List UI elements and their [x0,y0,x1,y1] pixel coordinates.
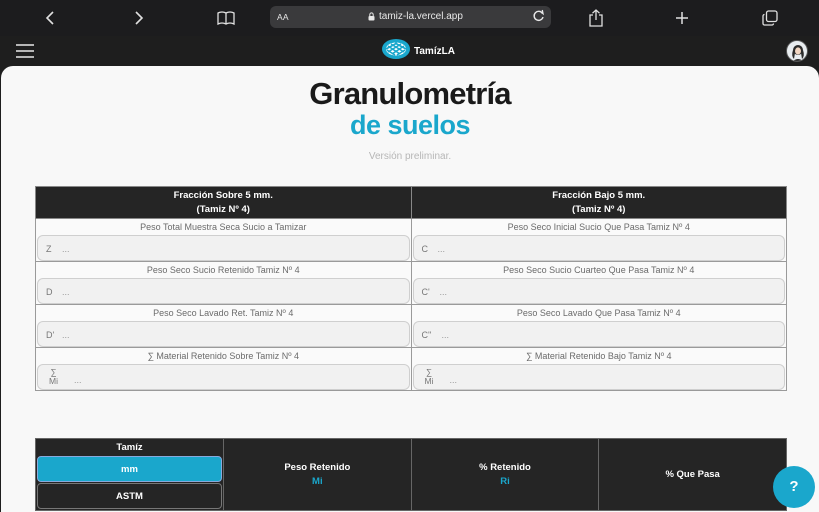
field-label: Peso Seco Lavado Que Pasa Tamiz Nº 4 [516,308,681,318]
z-input[interactable]: Z ... [37,235,410,261]
c-input[interactable]: C ... [412,235,785,261]
input-placeholder: ... [441,330,450,340]
field-cell: Peso Seco Lavado Ret. Tamiz Nº 4 D' ... [35,304,412,348]
input-prefix: C'' [421,330,432,340]
field-cell: ∑ Material Retenido Sobre Tamiz Nº 4 ∑ M… [35,347,412,391]
input-placeholder: ... [439,287,448,297]
percent-que-pasa-header: % Que Pasa [598,438,787,511]
input-prefix: C' [421,287,430,297]
reload-icon[interactable] [532,9,545,26]
reader-book-icon[interactable] [214,6,238,30]
right-header-line1: Fracción Bajo 5 mm. [552,189,646,201]
lock-icon [368,12,375,24]
left-header-line2: (Tamiz Nº 4) [196,203,250,215]
app-header: TamízLA [0,36,819,66]
input-prefix: C [421,244,429,254]
browser-toolbar: AA tamiz-la.vercel.app [0,0,819,36]
field-label: Peso Seco Sucio Cuarteo Que Pasa Tamiz N… [503,265,695,275]
sum-mi-over-input[interactable]: ∑ Mi ... [37,364,410,390]
sigma-prefix: ∑ Mi [425,368,434,386]
input-prefix: Z [46,244,52,254]
peso-retenido-header: Peso Retenido Mi [223,438,412,511]
field-label: Peso Seco Sucio Retenido Tamiz Nº 4 [146,265,300,275]
page-subtitle: Versión preliminar. [368,151,452,162]
address-bar[interactable]: AA tamiz-la.vercel.app [270,6,551,28]
input-placeholder: ... [62,330,70,340]
share-icon[interactable] [584,6,608,30]
ri-symbol: Ri [500,476,510,487]
sum-mi-under-input[interactable]: ∑ Mi ... [412,364,785,390]
fraction-table: Fracción Sobre 5 mm. (Tamiz Nº 4) Fracci… [35,186,787,391]
tabs-overview-icon[interactable] [758,6,782,30]
forward-icon[interactable] [126,6,150,30]
new-tab-icon[interactable] [670,6,694,30]
field-label: ∑ Material Retenido Bajo Tamiz Nº 4 [525,351,672,361]
field-cell: Peso Total Muestra Seca Sucio a Tamizar … [35,218,412,262]
percent-que-pasa-label: % Que Pasa [665,469,720,480]
c-prime-input[interactable]: C' ... [412,278,785,304]
input-placeholder: ... [74,375,82,385]
field-label: Peso Seco Lavado Ret. Tamiz Nº 4 [153,308,294,318]
peso-retenido-label: Peso Retenido [284,462,351,473]
help-button[interactable]: ? [773,466,815,508]
input-placeholder: ... [437,244,446,254]
sigma-prefix: ∑ Mi [49,368,58,386]
field-label: Peso Seco Inicial Sucio Que Pasa Tamiz N… [507,222,690,232]
brand[interactable]: TamízLA [381,38,455,65]
field-cell: Peso Seco Sucio Cuarteo Que Pasa Tamiz N… [410,261,787,305]
field-label: ∑ Material Retenido Sobre Tamiz Nº 4 [147,351,300,361]
field-cell: Peso Seco Sucio Retenido Tamiz Nº 4 D ..… [35,261,412,305]
sieve-table: Tamíz mm ASTM Peso Retenido Mi % Retenid… [35,438,787,511]
page-title: Granulometría [309,76,511,111]
left-fraction-header: Fracción Sobre 5 mm. (Tamiz Nº 4) [35,186,412,219]
brand-name: TamízLA [414,45,455,57]
c-double-prime-input[interactable]: C'' ... [412,321,785,347]
left-header-line1: Fracción Sobre 5 mm. [173,189,273,201]
tamiz-header-label: Tamíz [116,442,143,453]
page-title-accent: de suelos [349,110,471,140]
field-cell: Peso Seco Inicial Sucio Que Pasa Tamiz N… [410,218,787,262]
back-icon[interactable] [39,6,63,30]
d-prime-input[interactable]: D' ... [37,321,410,347]
input-prefix: D' [46,330,55,340]
hamburger-menu-icon[interactable] [16,44,34,58]
input-placeholder: ... [449,375,458,385]
field-cell: Peso Seco Lavado Que Pasa Tamiz Nº 4 C''… [410,304,787,348]
d-input[interactable]: D ... [37,278,410,304]
right-fraction-header: Fracción Bajo 5 mm. (Tamiz Nº 4) [410,186,787,219]
text-size-button[interactable]: AA [277,12,289,22]
sigma-variable: Mi [424,376,434,386]
input-placeholder: ... [62,287,70,297]
mi-symbol: Mi [312,476,323,487]
percent-retenido-label: % Retenido [479,462,531,473]
sigma-variable: Mi [49,376,58,386]
avatar[interactable] [786,40,808,62]
input-placeholder: ... [62,244,70,254]
tamiz-column-header: Tamíz mm ASTM [35,438,224,511]
input-prefix: D [46,287,53,297]
url-text: tamiz-la.vercel.app [379,11,463,22]
field-label: Peso Total Muestra Seca Sucio a Tamizar [140,222,307,232]
main-content: Granulometría de suelos Versión prelimin… [1,66,819,512]
percent-retenido-header: % Retenido Ri [410,438,600,511]
unit-mm-button[interactable]: mm [37,456,222,482]
sieve-logo-icon [381,38,411,65]
field-cell: ∑ Material Retenido Bajo Tamiz Nº 4 ∑ Mi… [410,347,787,391]
right-header-line2: (Tamiz Nº 4) [572,203,626,215]
unit-astm-button[interactable]: ASTM [37,483,222,509]
